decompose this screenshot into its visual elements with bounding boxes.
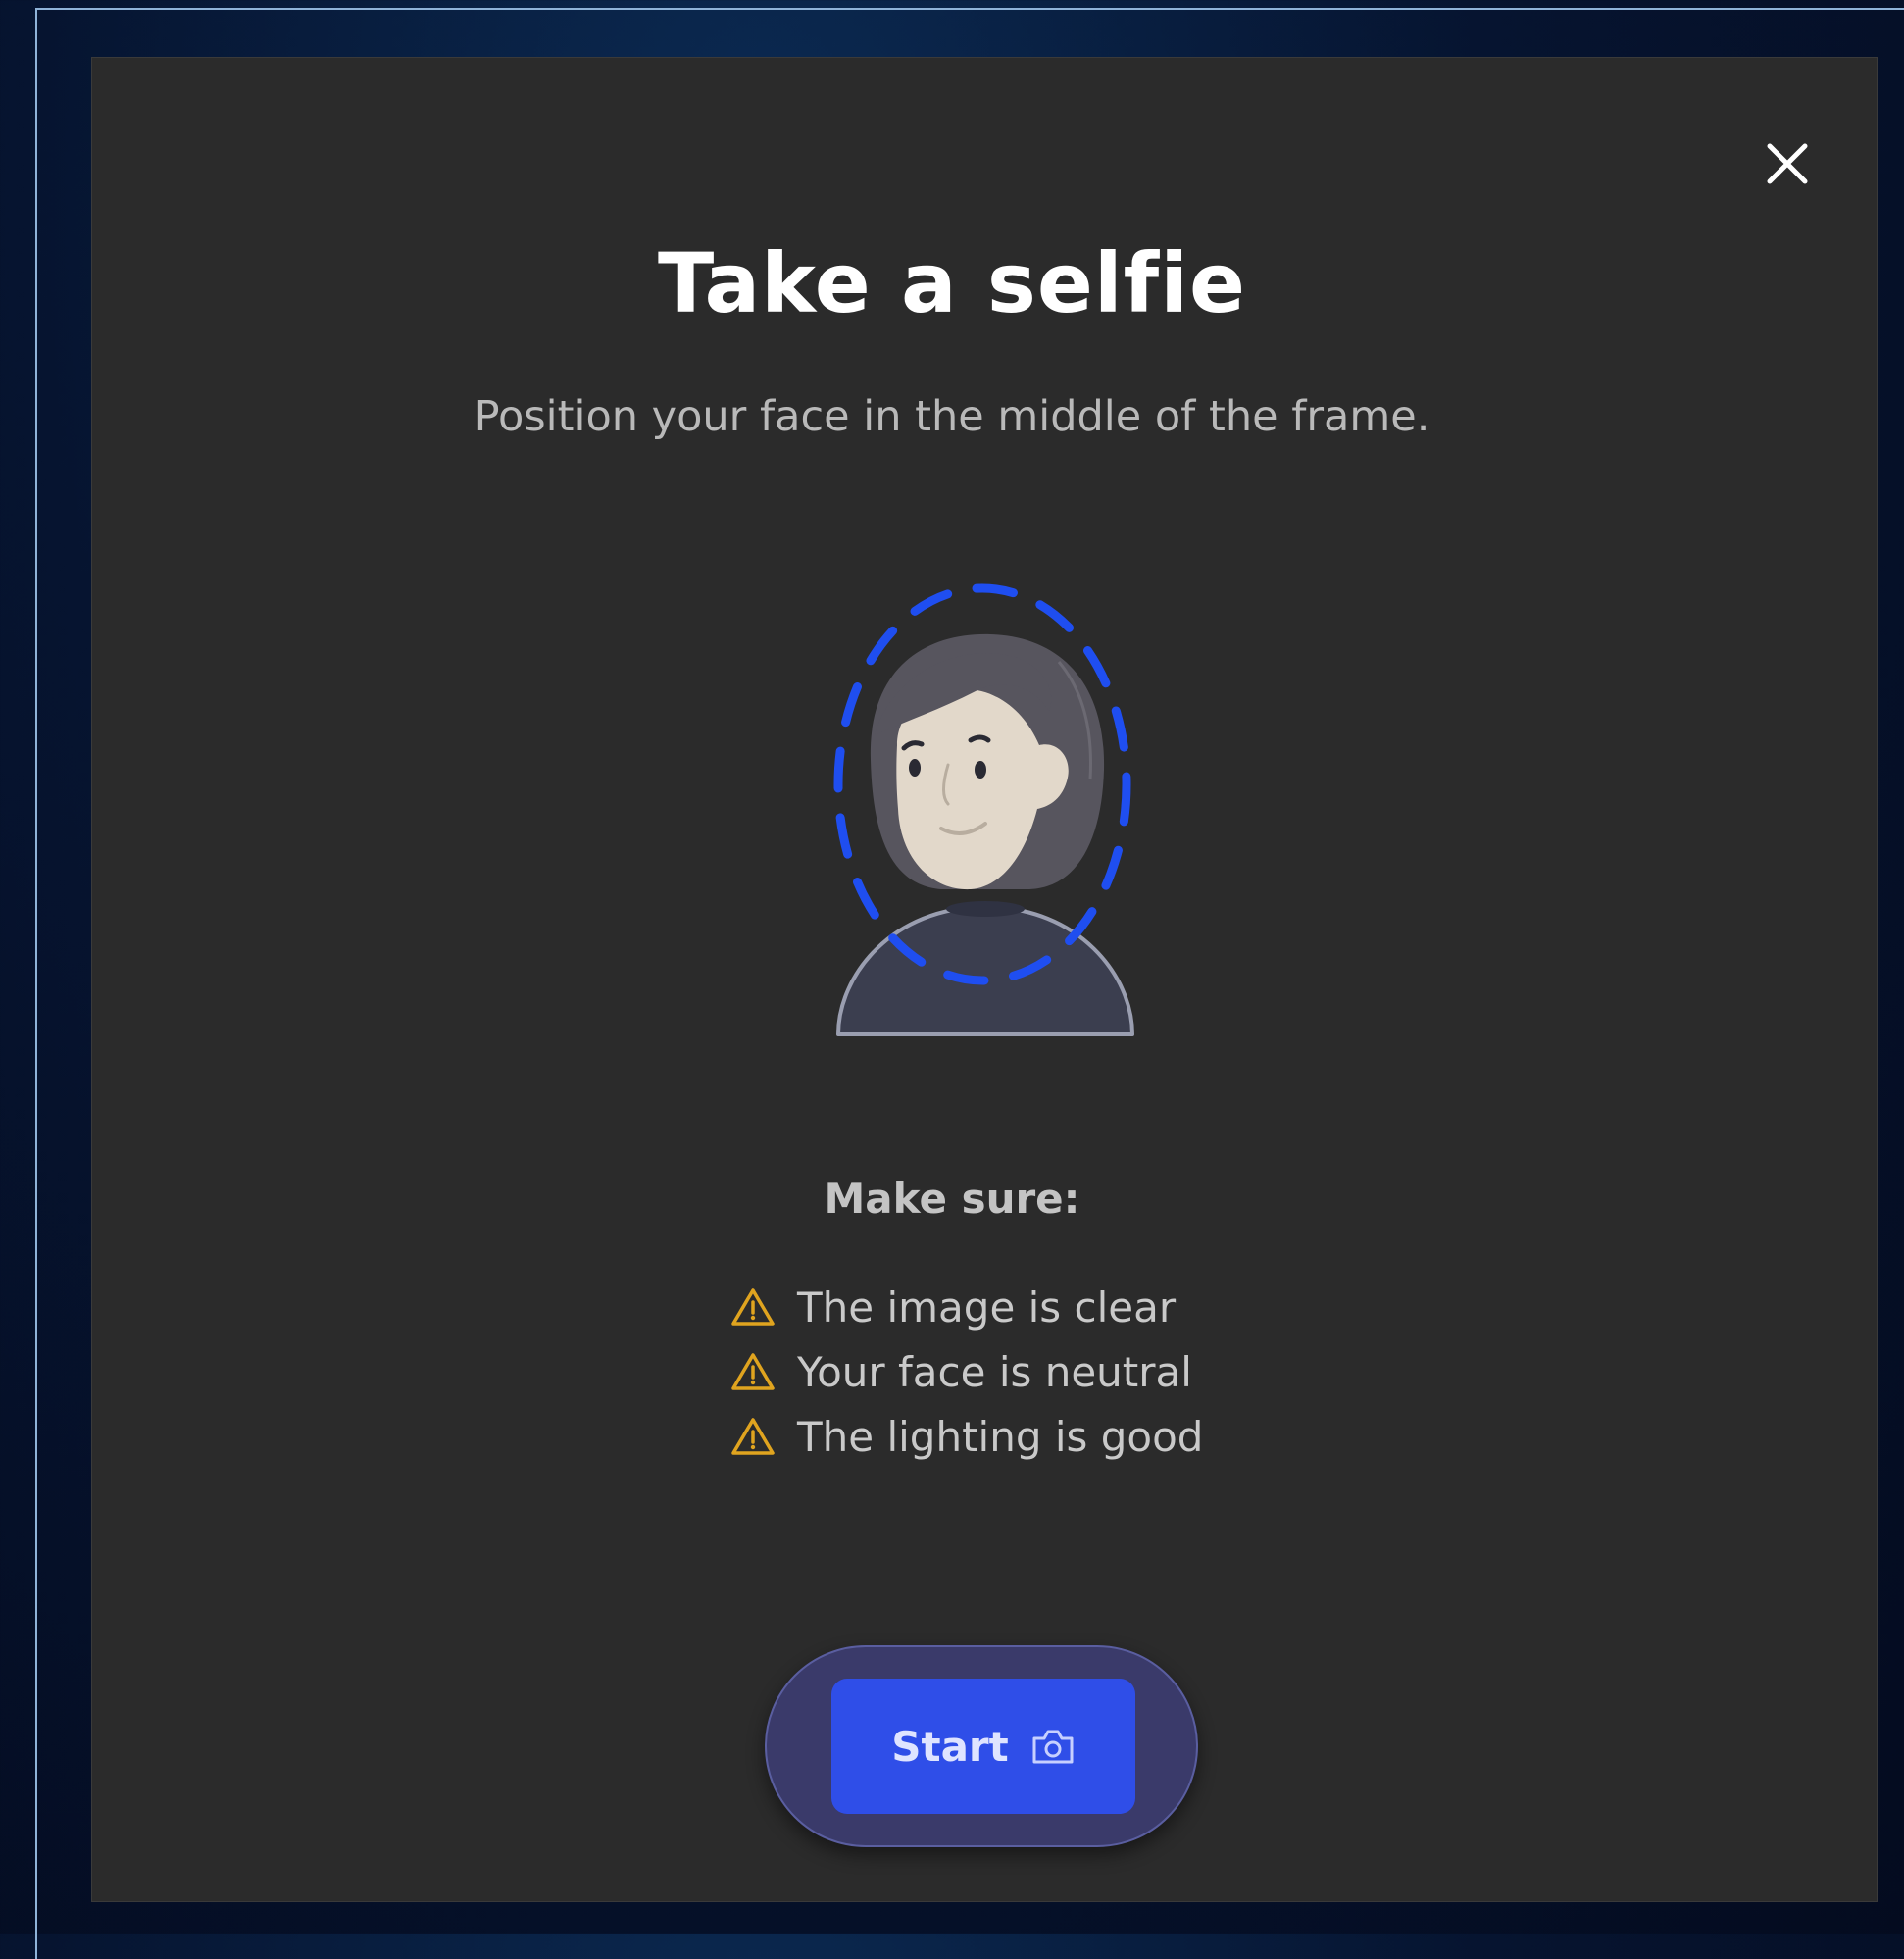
start-button[interactable]: Start — [831, 1679, 1135, 1814]
instruction-text: Position your face in the middle of the … — [474, 392, 1430, 441]
list-item: The image is clear — [730, 1275, 1203, 1339]
close-icon — [1767, 143, 1808, 184]
warning-icon — [731, 1418, 775, 1455]
start-button-container: Start — [765, 1645, 1198, 1847]
checklist-item-label: Your face is neutral — [797, 1347, 1192, 1396]
page-title: Take a selfie — [658, 235, 1246, 331]
checklist-heading: Make sure: — [824, 1175, 1080, 1223]
list-item: Your face is neutral — [730, 1339, 1203, 1404]
warning-icon — [731, 1288, 775, 1326]
checklist-item-label: The image is clear — [797, 1282, 1177, 1331]
checklist-item-label: The lighting is good — [797, 1412, 1204, 1461]
checklist: The image is clear Your face is neutral … — [730, 1275, 1203, 1469]
close-button[interactable] — [1758, 134, 1817, 193]
camera-icon — [1032, 1730, 1074, 1764]
shoulders-shape — [836, 905, 1134, 1036]
warning-icon — [731, 1353, 775, 1390]
list-item: The lighting is good — [730, 1404, 1203, 1469]
selfie-face-frame-illustration — [833, 583, 1134, 1036]
start-button-label: Start — [891, 1722, 1009, 1771]
